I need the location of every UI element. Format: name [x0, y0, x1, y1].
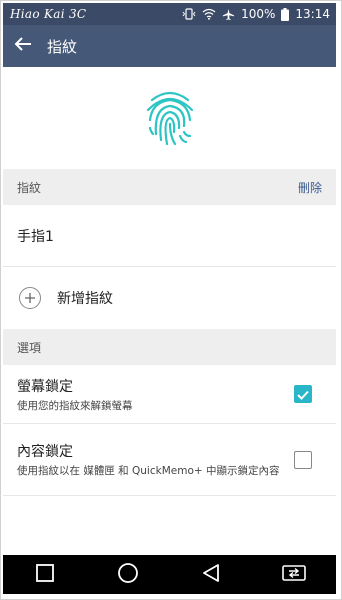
- triangle-back-icon: [202, 563, 220, 587]
- options-header-label: 選項: [17, 340, 42, 355]
- watermark: Hiao Kai 3C: [10, 7, 87, 21]
- wifi-icon: [202, 8, 216, 20]
- screen-lock-subtitle: 使用您的指紋來解鎖螢幕: [17, 399, 133, 412]
- fingerprint-icon: [142, 86, 198, 150]
- plus-icon: [19, 287, 41, 309]
- content-lock-text: 內容鎖定 使用指紋以在 媒體匣 和 QuickMemo+ 中顯示鎖定內容: [17, 441, 284, 478]
- battery-icon: [281, 7, 290, 21]
- recent-apps-button[interactable]: [25, 559, 65, 591]
- page-title: 指紋: [47, 37, 78, 56]
- fingerprints-header: 指紋 刪除: [3, 169, 336, 205]
- home-button[interactable]: [108, 559, 148, 591]
- circle-icon: [117, 562, 139, 588]
- content-lock-title: 內容鎖定: [17, 444, 73, 460]
- airplane-icon: [222, 8, 235, 21]
- fingerprints-header-label: 指紋: [17, 180, 42, 195]
- settings-content: 指紋 刪除 手指1 新增指紋 選項 螢幕鎖定 使用您的指紋來解鎖螢幕 內容鎖定 …: [3, 67, 336, 555]
- content-lock-checkbox[interactable]: [294, 450, 312, 469]
- content-lock-option[interactable]: 內容鎖定 使用指紋以在 媒體匣 和 QuickMemo+ 中顯示鎖定內容: [3, 424, 336, 496]
- add-fingerprint-button[interactable]: 新增指紋: [3, 267, 336, 329]
- back-button[interactable]: [3, 25, 43, 67]
- status-icons: 100% 13:14: [182, 7, 330, 21]
- fingerprint-illustration: [3, 67, 336, 169]
- content-lock-subtitle: 使用指紋以在 媒體匣 和 QuickMemo+ 中顯示鎖定內容: [17, 465, 280, 477]
- add-fingerprint-label: 新增指紋: [57, 291, 113, 307]
- screen-lock-text: 螢幕鎖定 使用您的指紋來解鎖螢幕: [17, 376, 284, 413]
- navigation-bar: [3, 555, 336, 594]
- app-bar: 指紋: [3, 25, 336, 67]
- checkmark-icon: [297, 385, 309, 404]
- dual-window-button[interactable]: [274, 559, 314, 591]
- battery-percent: 100%: [241, 7, 276, 21]
- vibrate-icon: [182, 8, 196, 20]
- clock: 13:14: [295, 7, 330, 21]
- back-arrow-icon: [14, 36, 32, 56]
- screen-lock-option[interactable]: 螢幕鎖定 使用您的指紋來解鎖螢幕: [3, 365, 336, 424]
- screen-lock-title: 螢幕鎖定: [17, 378, 73, 395]
- delete-button[interactable]: 刪除: [298, 179, 322, 196]
- screen-lock-checkbox[interactable]: [294, 385, 312, 403]
- options-header: 選項: [3, 329, 336, 365]
- back-nav-button[interactable]: [191, 559, 231, 591]
- swap-icon: [282, 564, 307, 586]
- square-icon: [35, 563, 54, 586]
- fingerprint-item-label: 手指1: [17, 228, 54, 245]
- fingerprint-item[interactable]: 手指1: [3, 205, 336, 267]
- status-bar: Hiao Kai 3C 100% 13:14: [3, 3, 336, 25]
